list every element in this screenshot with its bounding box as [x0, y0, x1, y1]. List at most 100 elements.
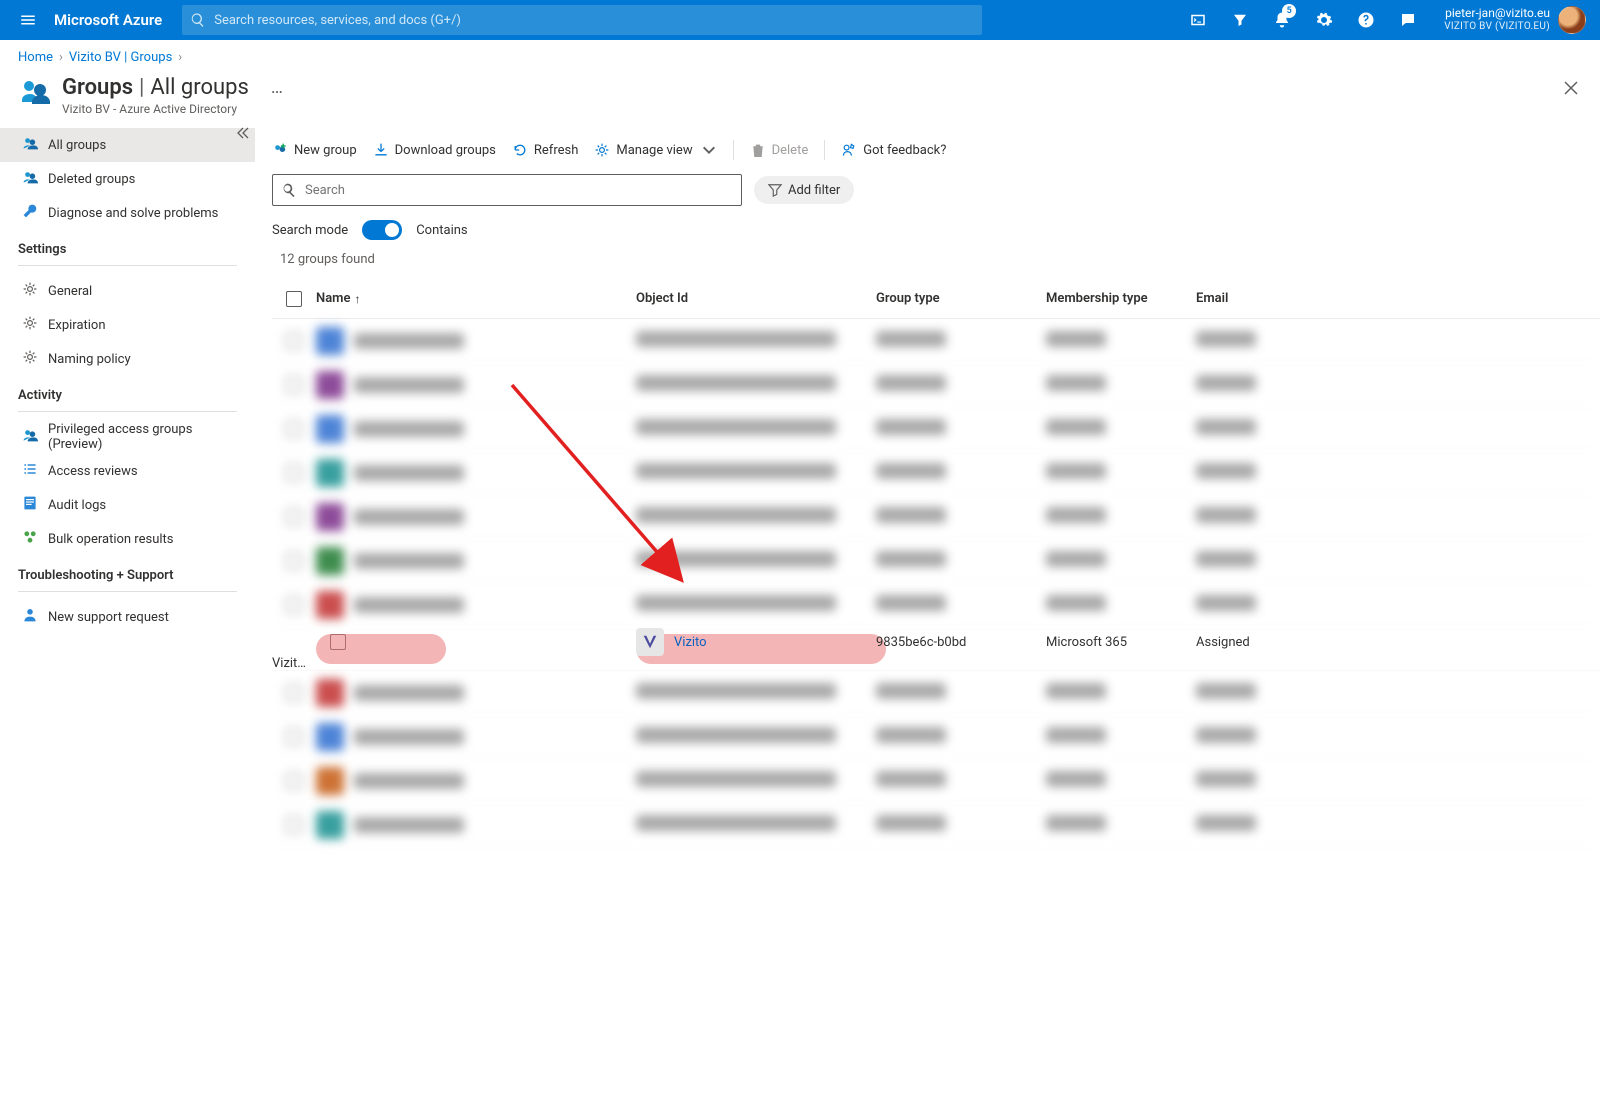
log-icon	[22, 495, 38, 515]
nav-item-label: Bulk operation results	[48, 532, 173, 547]
nav-item-diagnose-and-solve-problems[interactable]: Diagnose and solve problems	[0, 196, 255, 230]
group-name-link[interactable]: Vizito	[674, 635, 707, 650]
hamburger-menu[interactable]	[10, 2, 46, 38]
chevron-right-icon: ›	[178, 50, 182, 65]
groups-icon	[22, 169, 38, 189]
column-membership-type[interactable]: Membership type	[1046, 291, 1196, 306]
column-group-type[interactable]: Group type	[876, 291, 1046, 306]
download-groups-button[interactable]: Download groups	[373, 142, 496, 158]
table-row-vizito[interactable]: Vizito 9835be6c-b0bd Microsoft 365 Assig…	[272, 627, 1600, 671]
nav-item-label: Access reviews	[48, 464, 138, 479]
delete-button: Delete	[750, 142, 809, 158]
chevron-double-left-icon	[235, 126, 249, 140]
nav-divider	[18, 411, 237, 412]
nav-item-access-reviews[interactable]: Access reviews	[0, 454, 255, 488]
nav-item-deleted-groups[interactable]: Deleted groups	[0, 162, 255, 196]
search-mode-value: Contains	[416, 223, 467, 238]
group-avatar	[316, 459, 344, 487]
column-object-id[interactable]: Object Id	[636, 291, 876, 306]
group-avatar	[316, 591, 344, 619]
refresh-button[interactable]: Refresh	[512, 142, 578, 158]
add-filter-button[interactable]: Add filter	[754, 176, 854, 204]
settings-button[interactable]	[1304, 0, 1344, 40]
got-feedback-button[interactable]: Got feedback?	[841, 142, 946, 158]
row-checkbox	[286, 553, 302, 569]
collapse-nav-button[interactable]	[235, 126, 249, 144]
cloud-shell-button[interactable]	[1178, 0, 1218, 40]
row-checkbox	[286, 729, 302, 745]
top-bar: Microsoft Azure 5 pieter-jan@vizito.eu V…	[0, 0, 1600, 40]
nav-item-general[interactable]: General	[0, 274, 255, 308]
delete-icon	[750, 142, 766, 158]
account-email: pieter-jan@vizito.eu	[1444, 7, 1550, 21]
group-avatar	[316, 767, 344, 795]
nav-item-bulk-operation-results[interactable]: Bulk operation results	[0, 522, 255, 556]
new-group-button[interactable]: New group	[272, 142, 357, 158]
nav-item-privileged-access-groups-preview[interactable]: Privileged access groups (Preview)	[0, 420, 255, 454]
table-row	[272, 583, 1600, 627]
download-label: Download groups	[395, 143, 496, 158]
nav-item-label: Deleted groups	[48, 172, 135, 187]
title-sub: All groups	[150, 75, 248, 100]
column-name[interactable]: Name↑	[316, 291, 636, 306]
column-email[interactable]: Email	[1196, 291, 1306, 306]
help-icon	[1357, 11, 1375, 29]
manage-view-button[interactable]: Manage view	[594, 142, 716, 158]
search-icon	[190, 12, 206, 28]
nav-item-label: All groups	[48, 138, 106, 153]
search-icon	[281, 182, 297, 198]
command-bar: New group Download groups Refresh Manage…	[272, 134, 1600, 174]
nav-item-audit-logs[interactable]: Audit logs	[0, 488, 255, 522]
close-blade-button[interactable]	[1564, 81, 1578, 99]
breadcrumb-home[interactable]: Home	[18, 50, 53, 65]
more-actions-button[interactable]: …	[271, 79, 283, 97]
table-row	[272, 407, 1600, 451]
sort-asc-icon: ↑	[354, 292, 360, 306]
nav-item-label: General	[48, 284, 92, 299]
bulk-icon	[22, 529, 38, 549]
person-icon	[22, 607, 38, 627]
breadcrumb-groups[interactable]: Vizito BV | Groups	[69, 50, 172, 65]
list-icon	[22, 461, 38, 481]
delete-label: Delete	[772, 143, 809, 158]
download-icon	[373, 142, 389, 158]
list-search-input[interactable]	[305, 183, 733, 198]
refresh-label: Refresh	[534, 143, 578, 158]
group-avatar	[316, 679, 344, 707]
table-header: Name↑ Object Id Group type Membership ty…	[272, 279, 1600, 319]
nav-item-expiration[interactable]: Expiration	[0, 308, 255, 342]
nav-heading-settings: Settings	[0, 232, 255, 261]
nav-divider	[18, 591, 237, 592]
feedback-button[interactable]	[1388, 0, 1428, 40]
notifications-button[interactable]: 5	[1262, 0, 1302, 40]
account-tenant: VIZITO BV (VIZITO.EU)	[1444, 21, 1550, 33]
nav-item-label: Expiration	[48, 318, 106, 333]
account-menu[interactable]: pieter-jan@vizito.eu VIZITO BV (VIZITO.E…	[1440, 6, 1590, 34]
groups-icon	[22, 135, 38, 155]
brand-label[interactable]: Microsoft Azure	[54, 11, 162, 29]
search-mode-row: Search mode Contains	[272, 206, 1600, 248]
list-search-row: Add filter	[272, 174, 1600, 206]
search-mode-label: Search mode	[272, 223, 348, 238]
page-subtitle: Vizito BV - Azure Active Directory	[62, 102, 249, 116]
global-search[interactable]	[182, 5, 982, 35]
nav-item-label: Privileged access groups (Preview)	[48, 422, 241, 452]
group-avatar	[316, 547, 344, 575]
table-row	[272, 759, 1600, 803]
select-all-checkbox[interactable]	[286, 291, 302, 307]
filter-icon	[768, 183, 782, 197]
nav-item-all-groups[interactable]: All groups	[0, 128, 255, 162]
feedback-icon	[841, 142, 857, 158]
nav-item-naming-policy[interactable]: Naming policy	[0, 342, 255, 376]
search-mode-toggle[interactable]	[362, 220, 402, 240]
group-avatar	[316, 371, 344, 399]
row-checkbox	[286, 773, 302, 789]
global-search-input[interactable]	[214, 13, 974, 28]
list-search[interactable]	[272, 174, 742, 206]
chevron-right-icon: ›	[59, 50, 63, 65]
table-row	[272, 715, 1600, 759]
directory-filter-button[interactable]	[1220, 0, 1260, 40]
toolbar-separator	[733, 140, 734, 160]
help-button[interactable]	[1346, 0, 1386, 40]
nav-item-new-support-request[interactable]: New support request	[0, 600, 255, 634]
